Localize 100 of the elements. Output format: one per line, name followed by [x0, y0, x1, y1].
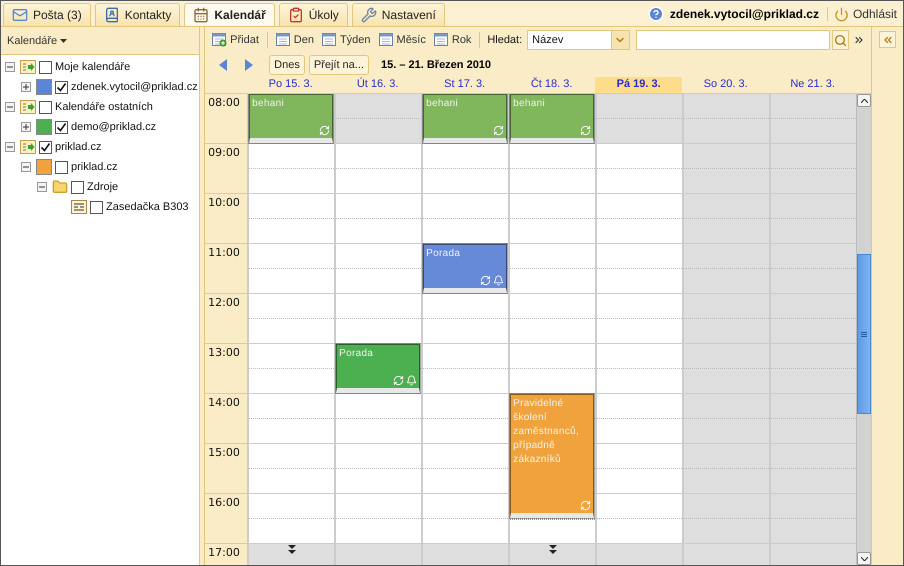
expand-toggle[interactable] — [21, 122, 31, 132]
scrollbar[interactable] — [856, 94, 872, 565]
time-slot[interactable] — [684, 94, 770, 144]
time-slot[interactable] — [597, 244, 682, 294]
time-slot[interactable] — [684, 244, 770, 294]
time-slot[interactable] — [771, 344, 856, 394]
checkbox[interactable] — [39, 100, 52, 114]
collapse-panel-button[interactable] — [879, 31, 896, 48]
tree-item-label[interactable]: Zasedačka B303 — [106, 201, 189, 213]
scroll-down-button[interactable] — [857, 552, 872, 565]
time-slot[interactable] — [597, 394, 682, 444]
time-slot[interactable] — [597, 344, 682, 394]
tab[interactable]: Kalendář — [184, 3, 275, 26]
time-slot[interactable] — [771, 144, 856, 194]
time-slot[interactable] — [336, 94, 422, 144]
today-button[interactable]: Dnes — [269, 55, 305, 75]
help-icon[interactable] — [648, 6, 664, 22]
go-to-button[interactable]: Přejít na... — [308, 55, 369, 75]
tab[interactable]: Pošta (3) — [3, 3, 91, 26]
time-slot[interactable] — [336, 494, 422, 544]
time-slot[interactable] — [336, 144, 422, 194]
time-slot[interactable] — [771, 294, 856, 344]
collapse-toggle[interactable] — [5, 142, 15, 152]
time-slot[interactable] — [249, 244, 334, 294]
tree-item-label[interactable]: Kalendáře ostatních — [55, 101, 153, 113]
time-slot[interactable] — [336, 194, 422, 244]
time-slot[interactable] — [597, 144, 682, 194]
time-slot[interactable] — [684, 294, 770, 344]
time-slot[interactable] — [423, 444, 508, 494]
time-slot[interactable] — [336, 294, 422, 344]
tree-item-label[interactable]: zdenek.vytocil@priklad.cz — [71, 81, 198, 93]
time-slot[interactable] — [597, 494, 682, 544]
scrollbar-thumb[interactable] — [857, 254, 872, 414]
checkbox[interactable] — [55, 120, 68, 134]
time-slot[interactable] — [336, 444, 422, 494]
previous-button[interactable] — [217, 59, 230, 71]
time-slot[interactable] — [249, 344, 334, 394]
search-input[interactable] — [636, 30, 830, 50]
time-slot[interactable] — [684, 344, 770, 394]
time-slot[interactable] — [249, 444, 334, 494]
checkbox[interactable] — [39, 60, 52, 74]
time-slot[interactable] — [597, 194, 682, 244]
time-slot[interactable] — [771, 194, 856, 244]
time-slot[interactable] — [423, 494, 508, 544]
checkbox[interactable] — [71, 180, 84, 194]
time-slot[interactable] — [771, 494, 856, 544]
time-slot[interactable] — [510, 344, 596, 394]
scroll-up-button[interactable] — [857, 94, 872, 107]
search-field-select[interactable]: Název — [527, 30, 630, 50]
collapse-toggle[interactable] — [21, 162, 31, 172]
tree-item-label[interactable]: Moje kalendáře — [55, 61, 130, 73]
checkbox[interactable] — [55, 160, 68, 174]
time-slot[interactable] — [684, 494, 770, 544]
time-slot[interactable] — [684, 394, 770, 444]
toolbar-button[interactable]: Měsíc — [376, 30, 429, 50]
time-slot[interactable] — [336, 394, 422, 444]
time-slot[interactable] — [597, 444, 682, 494]
time-slot[interactable] — [423, 194, 508, 244]
logout-button[interactable]: Odhlásit — [834, 6, 897, 22]
time-slot[interactable] — [597, 294, 682, 344]
tab[interactable]: Nastavení — [352, 3, 445, 26]
time-slot[interactable] — [684, 444, 770, 494]
toolbar-button[interactable]: Přidat — [209, 30, 262, 50]
time-slot[interactable] — [336, 244, 422, 294]
checkbox[interactable] — [90, 200, 103, 214]
time-slot[interactable] — [249, 194, 334, 244]
expand-toggle[interactable] — [21, 82, 31, 92]
time-slot[interactable] — [510, 294, 596, 344]
checkbox[interactable] — [39, 140, 52, 154]
tab[interactable]: Úkoly — [278, 3, 348, 26]
toolbar-button[interactable]: Den — [272, 30, 317, 50]
tree-item-label[interactable]: priklad.cz — [71, 161, 118, 173]
more-events-icon[interactable] — [288, 545, 296, 555]
collapse-toggle[interactable] — [5, 102, 15, 112]
time-slot[interactable] — [597, 94, 682, 144]
time-slot[interactable] — [771, 444, 856, 494]
time-slot[interactable] — [684, 144, 770, 194]
time-slot[interactable] — [423, 144, 508, 194]
time-slot[interactable] — [510, 194, 596, 244]
time-slot[interactable] — [510, 244, 596, 294]
toolbar-button[interactable]: Týden — [318, 30, 374, 50]
time-slot[interactable] — [249, 394, 334, 444]
collapse-toggle[interactable] — [5, 62, 15, 72]
next-button[interactable] — [243, 59, 256, 71]
time-slot[interactable] — [423, 394, 508, 444]
time-slot[interactable] — [510, 144, 596, 194]
tree-item-label[interactable]: Zdroje — [87, 181, 118, 193]
tree-item-label[interactable]: demo@priklad.cz — [71, 121, 156, 133]
more-events-icon[interactable] — [548, 545, 557, 555]
time-slot[interactable] — [423, 294, 508, 344]
time-slot[interactable] — [249, 294, 334, 344]
tree-item-label[interactable]: priklad.cz — [55, 141, 102, 153]
toolbar-button[interactable]: Rok — [430, 30, 474, 50]
time-slot[interactable] — [684, 194, 770, 244]
checkbox[interactable] — [55, 80, 68, 94]
time-slot[interactable] — [249, 144, 334, 194]
time-slot[interactable] — [771, 244, 856, 294]
tab[interactable]: Kontakty — [94, 3, 180, 26]
collapse-toggle[interactable] — [37, 182, 47, 192]
time-slot[interactable] — [423, 344, 508, 394]
